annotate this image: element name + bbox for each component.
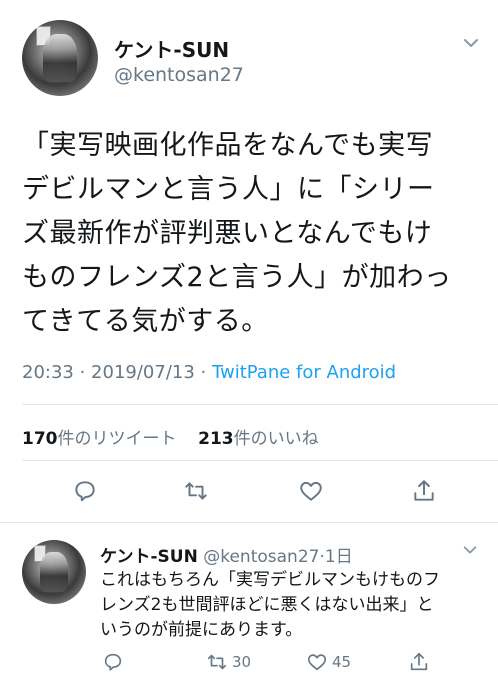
share-icon[interactable]: [411, 478, 437, 504]
client-link[interactable]: TwitPane for Android: [212, 362, 396, 383]
meta-separator: ·: [73, 362, 92, 383]
reply-text: これはもちろん「実写デビルマンもけものフ レンズ2も世間評ほどに悪くはない出来」…: [100, 568, 492, 643]
reply-header: ケント-SUN @kentosan27·1日: [100, 542, 353, 567]
reply-text-line: レンズ2も世間評ほどに悪くはない出来」と: [100, 595, 434, 615]
like-icon: [307, 654, 327, 671]
reply-share-button[interactable]: [408, 650, 434, 674]
like-count: 213: [198, 429, 234, 449]
tweet-text: 「実写映画化作品をなんでも実写 デビルマンと言う人」に「シリー ズ最新作が評判悪…: [22, 124, 482, 344]
reply-like-button[interactable]: 45: [306, 650, 351, 674]
chevron-down-icon[interactable]: [462, 34, 480, 52]
tweet-meta: 20:33 · 2019/07/13 · TwitPane for Androi…: [22, 362, 396, 383]
tweet-stats: 170件のリツイート 213件のいいね: [22, 424, 319, 449]
avatar-figure: [43, 33, 77, 83]
divider: [0, 522, 498, 523]
display-name[interactable]: ケント-SUN: [114, 34, 229, 63]
meta-separator: ·: [194, 362, 212, 383]
tweet-detail-page: ケント-SUN @kentosan27 「実写映画化作品をなんでも実写 デビルマ…: [0, 0, 498, 680]
retweet-icon[interactable]: [183, 478, 209, 504]
divider: [22, 460, 498, 461]
tweet-date: 2019/07/13: [91, 362, 195, 383]
retweet-stat[interactable]: 170件のリツイート: [22, 429, 177, 449]
chevron-down-icon[interactable]: [462, 542, 478, 558]
reply-retweet-count: 30: [232, 653, 252, 671]
retweet-icon: [207, 654, 227, 670]
tweet-text-line: てきてる気がする。: [22, 306, 269, 337]
reply-actions: 30 45: [0, 650, 498, 676]
retweet-count: 170: [22, 429, 58, 449]
avatar[interactable]: [22, 20, 98, 96]
divider: [22, 404, 498, 405]
tweet-time: 20:33: [22, 362, 74, 383]
reply-reply-button[interactable]: [102, 650, 128, 674]
tweet-text-line: 「実写映画化作品をなんでも実写: [22, 130, 434, 161]
reply-icon: [104, 653, 122, 671]
avatar[interactable]: [22, 540, 86, 604]
reply-retweet-button[interactable]: 30: [206, 650, 251, 674]
user-handle[interactable]: @kentosan27: [114, 64, 244, 86]
tweet-text-line: デビルマンと言う人」に「シリー: [22, 174, 435, 205]
reply-icon[interactable]: [72, 478, 98, 504]
tweet-actions: [0, 478, 498, 508]
like-icon[interactable]: [298, 478, 324, 504]
tweet-text-line: ズ最新作が評判悪いとなんでもけ: [22, 218, 433, 249]
reply-age: 1日: [324, 547, 353, 567]
reply-display-name[interactable]: ケント-SUN: [100, 547, 198, 567]
reply-text-line: これはもちろん「実写デビルマンもけものフ: [100, 570, 440, 590]
like-stat[interactable]: 213件のいいね: [198, 429, 319, 449]
retweet-label: 件のリツイート: [57, 429, 177, 449]
reply-text-line: いうのが前提にあります。: [100, 620, 303, 640]
reply-like-count: 45: [332, 653, 352, 671]
like-label: 件のいいね: [233, 429, 319, 449]
reply-handle[interactable]: @kentosan27: [203, 547, 319, 567]
tweet-text-line: ものフレンズ2と言う人」が加わっ: [22, 262, 452, 293]
avatar-figure: [39, 551, 69, 593]
main-tweet-header: ケント-SUN @kentosan27: [22, 20, 482, 104]
share-icon: [410, 652, 428, 671]
